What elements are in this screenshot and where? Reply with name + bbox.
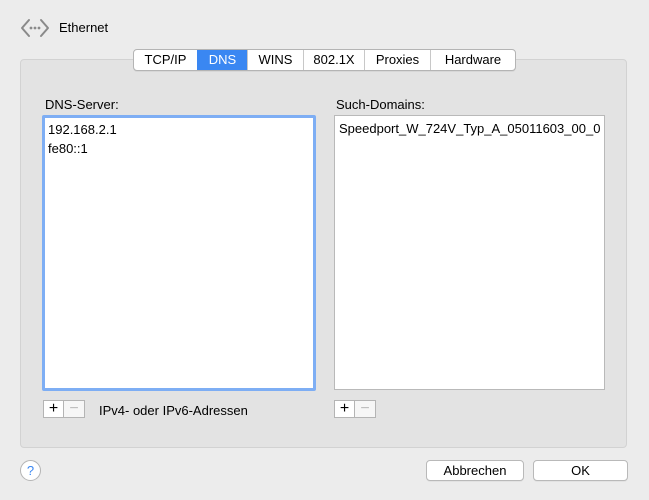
tab-dns[interactable]: DNS (197, 50, 247, 70)
dns-server-label: DNS-Server: (45, 97, 119, 112)
cancel-button[interactable]: Abbrechen (426, 460, 524, 481)
search-domains-label: Such-Domains: (336, 97, 425, 112)
search-domains-list[interactable]: Speedport_W_724V_Typ_A_05011603_00_0 (334, 115, 605, 390)
tab-proxies[interactable]: Proxies (364, 50, 430, 70)
tab-bar: TCP/IP DNS WINS 802.1X Proxies Hardware (133, 49, 516, 71)
list-item[interactable]: Speedport_W_724V_Typ_A_05011603_00_0 (336, 119, 604, 138)
dns-add-remove-control: + − (43, 400, 85, 418)
remove-dns-server-button[interactable]: − (64, 400, 85, 418)
add-dns-server-button[interactable]: + (43, 400, 64, 418)
domains-add-remove-control: + − (334, 400, 376, 418)
help-button[interactable]: ? (20, 460, 41, 481)
ok-button[interactable]: OK (533, 460, 628, 481)
network-arrows-icon (20, 17, 50, 39)
tab-wins[interactable]: WINS (247, 50, 303, 70)
dns-hint-text: IPv4- oder IPv6-Adressen (99, 403, 248, 418)
tab-8021x[interactable]: 802.1X (303, 50, 364, 70)
tab-hardware[interactable]: Hardware (430, 50, 515, 70)
tab-tcpip[interactable]: TCP/IP (134, 50, 197, 70)
list-item[interactable]: fe80::1 (45, 139, 313, 158)
remove-search-domain-button[interactable]: − (355, 400, 376, 418)
list-item[interactable]: 192.168.2.1 (45, 120, 313, 139)
add-search-domain-button[interactable]: + (334, 400, 355, 418)
dns-server-list[interactable]: 192.168.2.1 fe80::1 (42, 115, 316, 391)
window-title: Ethernet (59, 20, 109, 35)
